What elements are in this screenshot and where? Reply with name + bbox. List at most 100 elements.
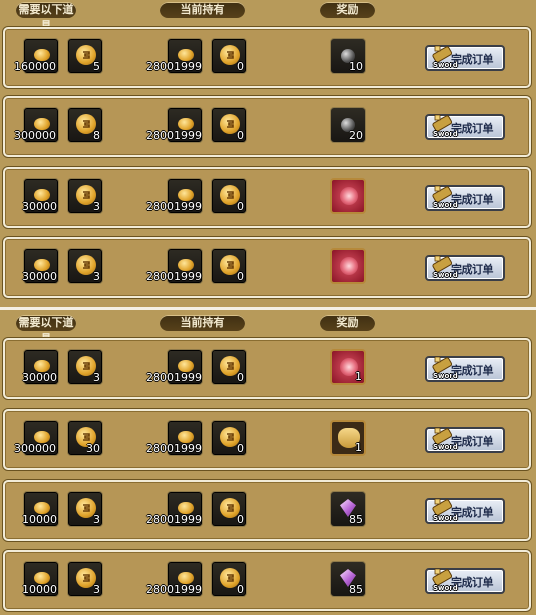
owned-gold-slot: 28001999: [146, 248, 203, 284]
reward-slot: 10: [330, 38, 366, 74]
complete-order-button[interactable]: Sword 完成订单: [425, 427, 505, 453]
item-count: 3: [93, 371, 100, 384]
reward-count: 1: [355, 441, 362, 454]
reward-count: 1: [355, 370, 362, 383]
header-owned: 当前持有: [160, 2, 245, 18]
required-token-slot: 3: [67, 561, 103, 597]
item-count: 8: [93, 129, 100, 142]
owned-token-slot: 0: [211, 107, 247, 143]
item-count: 30000: [22, 200, 57, 213]
order-panel-1: 需要以下道具 当前持有 奖励 160000 5 28001999 0 10 Sword 完成订单 3…: [0, 0, 536, 307]
required-gold-slot: 10000: [22, 561, 59, 597]
header-reward: 奖励: [320, 315, 375, 331]
required-gold-slot: 300000: [14, 107, 59, 143]
item-count: 10000: [22, 513, 57, 526]
header-required: 需要以下道具: [16, 2, 76, 32]
item-count: 28001999: [146, 442, 202, 455]
required-gold-slot: 160000: [14, 38, 59, 74]
reward-slot: 85: [330, 561, 366, 597]
complete-order-label: 完成订单: [451, 364, 494, 377]
required-token-slot: 5: [67, 38, 103, 74]
required-token-slot: 8: [67, 107, 103, 143]
item-count: 300000: [14, 442, 56, 455]
item-count: 3: [93, 513, 100, 526]
order-row: 30000 3 28001999 0 1 Sword 完成订单: [3, 338, 531, 399]
complete-order-label: 完成订单: [451, 53, 494, 66]
order-row: 10000 3 28001999 0 85 Sword 完成订单: [3, 480, 531, 541]
item-count: 28001999: [146, 513, 202, 526]
owned-gold-slot: 28001999: [146, 561, 203, 597]
reward-slot: 20: [330, 107, 366, 143]
item-count: 28001999: [146, 371, 202, 384]
owned-token-slot: 0: [211, 178, 247, 214]
reward-slot: [330, 248, 366, 284]
complete-order-label: 完成订单: [451, 435, 494, 448]
required-gold-slot: 30000: [22, 248, 59, 284]
complete-order-button[interactable]: Sword 完成订单: [425, 185, 505, 211]
item-count: 0: [237, 60, 244, 73]
complete-order-button[interactable]: Sword 完成订单: [425, 45, 505, 71]
order-panel-2: 需要以下道具当前持有奖励3000032800199901Sword完成订单300…: [0, 310, 536, 615]
order-row: 30000 3 28001999 0 Sword 完成订单: [3, 167, 531, 228]
order-row: 10000 3 28001999 0 85 Sword 完成订单: [3, 550, 531, 611]
complete-order-button[interactable]: Sword 完成订单: [425, 114, 505, 140]
item-count: 30000: [22, 371, 57, 384]
owned-token-slot: 0: [211, 38, 247, 74]
reward-count: 10: [349, 60, 363, 73]
item-count: 28001999: [146, 270, 202, 283]
item-count: 28001999: [146, 60, 202, 73]
reward-count: 20: [349, 129, 363, 142]
required-token-slot: 3: [67, 349, 103, 385]
reward-slot: 1: [330, 420, 366, 456]
complete-order-button[interactable]: Sword 完成订单: [425, 498, 505, 524]
complete-order-label: 完成订单: [451, 122, 494, 135]
order-row: 300000 8 28001999 0 20 Sword 完成订单: [3, 96, 531, 157]
required-gold-slot: 30000: [22, 349, 59, 385]
complete-order-button[interactable]: Sword 完成订单: [425, 568, 505, 594]
reward-count: 85: [349, 583, 363, 596]
item-count: 0: [237, 200, 244, 213]
header-required: 需要以下道具: [16, 315, 76, 345]
complete-order-label: 完成订单: [451, 263, 494, 276]
reward-slot: 1: [330, 349, 366, 385]
item-count: 28001999: [146, 200, 202, 213]
order-row: 300000 30 28001999 0 1 Sword 完成订单: [3, 409, 531, 470]
owned-gold-slot: 28001999: [146, 420, 203, 456]
item-count: 0: [237, 129, 244, 142]
complete-order-label: 完成订单: [451, 506, 494, 519]
complete-order-button[interactable]: Sword 完成订单: [425, 356, 505, 382]
red-card-icon: [340, 187, 358, 205]
reward-slot: [330, 178, 366, 214]
complete-order-button[interactable]: Sword 完成订单: [425, 255, 505, 281]
item-count: 0: [237, 513, 244, 526]
item-count: 0: [237, 442, 244, 455]
item-count: 28001999: [146, 583, 202, 596]
owned-gold-slot: 28001999: [146, 38, 203, 74]
item-count: 28001999: [146, 129, 202, 142]
header-reward: 奖励: [320, 2, 375, 18]
owned-gold-slot: 28001999: [146, 107, 203, 143]
order-row: 30000 3 28001999 0 Sword 完成订单: [3, 237, 531, 298]
order-row: 160000 5 28001999 0 10 Sword 完成订单: [3, 27, 531, 88]
item-count: 30000: [22, 270, 57, 283]
owned-token-slot: 0: [211, 248, 247, 284]
item-count: 10000: [22, 583, 57, 596]
item-count: 160000: [14, 60, 56, 73]
red-card-icon: [340, 257, 358, 275]
complete-order-label: 完成订单: [451, 576, 494, 589]
owned-gold-slot: 28001999: [146, 178, 203, 214]
item-count: 3: [93, 583, 100, 596]
item-count: 3: [93, 200, 100, 213]
item-count: 300000: [14, 129, 56, 142]
item-count: 3: [93, 270, 100, 283]
owned-token-slot: 0: [211, 420, 247, 456]
required-gold-slot: 30000: [22, 178, 59, 214]
complete-order-label: 完成订单: [451, 193, 494, 206]
reward-count: 85: [349, 513, 363, 526]
item-count: 0: [237, 270, 244, 283]
required-gold-slot: 300000: [14, 420, 59, 456]
required-token-slot: 30: [67, 420, 103, 456]
required-token-slot: 3: [67, 491, 103, 527]
required-token-slot: 3: [67, 248, 103, 284]
owned-token-slot: 0: [211, 349, 247, 385]
